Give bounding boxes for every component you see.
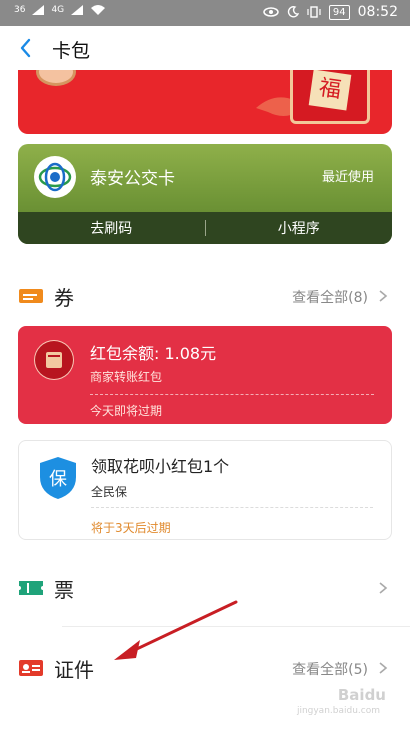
coupon-card-red-packet[interactable]: 红包余额: 1.08元 商家转账红包 今天即将过期 — [18, 326, 392, 424]
id-card-icon — [19, 660, 43, 676]
coupon-expire: 将于3天后过期 — [91, 521, 171, 535]
bus-card[interactable]: 泰安公交卡 最近使用 去刷码 小程序 — [18, 144, 392, 244]
recently-used-label: 最近使用 — [321, 170, 374, 185]
coupon-card-huabei[interactable]: 保 领取花呗小红包1个 全民保 将于3天后过期 — [18, 440, 392, 540]
banner-coin-graphic — [36, 70, 76, 86]
wifi-icon — [91, 5, 106, 15]
vibrate-icon — [307, 6, 321, 18]
signal-1-label: 36 — [14, 4, 26, 15]
section-divider — [62, 626, 410, 627]
chevron-right-icon — [379, 582, 388, 594]
back-icon[interactable] — [14, 34, 40, 62]
signal-icon — [32, 5, 45, 15]
coupon-subtitle: 全民保 — [91, 485, 128, 499]
watermark-url: jingyan.baidu.com — [296, 706, 380, 716]
coupons-view-all[interactable]: 查看全部(8) — [292, 287, 368, 307]
bus-logo-icon — [34, 156, 76, 198]
scan-code-button[interactable]: 去刷码 — [18, 218, 205, 238]
coupon-subtitle: 商家转账红包 — [90, 370, 163, 384]
coupon-title: 领取花呗小红包1个 — [91, 457, 230, 476]
red-envelope-graphic: 福 — [290, 70, 370, 124]
chevron-right-icon — [379, 290, 388, 302]
page-title: 卡包 — [52, 40, 91, 62]
coupon-expire: 今天即将过期 — [90, 404, 163, 418]
ids-section-header[interactable]: 证件 查看全部(5) — [0, 648, 410, 688]
clock: 08:52 — [357, 4, 398, 20]
coupons-label: 券 — [54, 286, 74, 310]
tickets-label: 票 — [54, 578, 74, 602]
bus-card-name: 泰安公交卡 — [90, 169, 175, 189]
eye-icon — [263, 7, 279, 17]
bao-shield-icon: 保 — [40, 457, 76, 499]
ticket-icon — [19, 581, 43, 595]
bus-card-actions: 去刷码 小程序 — [18, 212, 392, 244]
coupon-icon — [19, 289, 43, 303]
red-packet-banner-card[interactable]: 福 — [18, 70, 392, 134]
fu-character: 福 — [308, 70, 352, 111]
status-left: 36 4G — [14, 4, 106, 16]
tickets-section-header[interactable]: 票 — [0, 568, 410, 608]
ids-label: 证件 — [54, 658, 94, 682]
coupons-section-header[interactable]: 券 查看全部(8) — [0, 276, 410, 316]
mini-program-button[interactable]: 小程序 — [206, 218, 393, 238]
chevron-right-icon — [379, 662, 388, 674]
coupon-divider — [91, 507, 373, 508]
moon-icon — [287, 6, 299, 18]
baidu-watermark: Baidu — [337, 686, 386, 704]
ids-view-all[interactable]: 查看全部(5) — [292, 659, 368, 679]
signal-2-label: 4G — [51, 4, 65, 15]
bao-shield-text: 保 — [49, 469, 67, 490]
coupon-title: 红包余额: 1.08元 — [90, 344, 217, 363]
status-right: 94 08:52 — [263, 4, 398, 20]
battery-indicator: 94 — [328, 4, 350, 20]
coupon-divider — [90, 394, 374, 395]
red-packet-icon — [34, 340, 74, 380]
status-bar: 36 4G 94 08:52 — [0, 0, 410, 26]
signal-icon-2 — [71, 5, 84, 15]
header: 卡包 — [0, 26, 410, 70]
